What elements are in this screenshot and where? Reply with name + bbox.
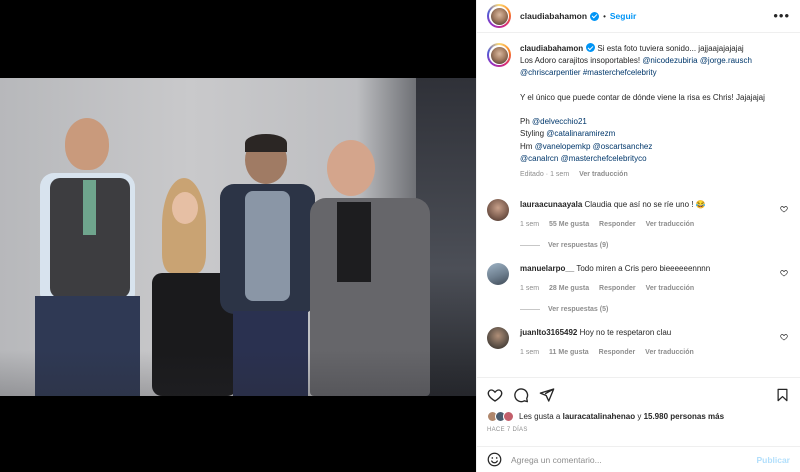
comment-item: lauraacunaayala Claudia que así no se rí…	[487, 199, 790, 231]
comment-likes[interactable]: 11 Me gusta	[549, 349, 589, 356]
caption-time[interactable]: 1 sem	[550, 171, 569, 178]
translate-link[interactable]: Ver traducción	[646, 285, 695, 292]
comment-item: juanlto3165492 Hoy no te respetaron clau…	[487, 327, 790, 359]
hashtag-link[interactable]: #masterchefcelebrity	[583, 68, 657, 77]
mention-link[interactable]: @nicodezubiria	[642, 56, 697, 65]
comment-input[interactable]	[511, 454, 757, 465]
more-options-icon[interactable]: •••	[773, 9, 790, 22]
mention-link[interactable]: @catalinaramirezm	[546, 129, 615, 138]
caption-text-1: Si esta foto tuviera sonido... jajjaajaj…	[597, 44, 744, 53]
comment-meta: 1 sem 11 Me gusta Responder Ver traducci…	[520, 347, 780, 359]
comment-username[interactable]: manuelarpo__	[520, 264, 574, 273]
separator-dot: •	[603, 11, 606, 21]
post-header: claudiabahamon • Seguir •••	[477, 0, 800, 33]
translate-link[interactable]: Ver traducción	[579, 171, 628, 178]
follow-button[interactable]: Seguir	[610, 11, 636, 21]
commenter-avatar[interactable]	[487, 199, 509, 222]
reply-button[interactable]: Responder	[599, 285, 636, 292]
author-username[interactable]: claudiabahamon	[520, 11, 587, 21]
mention-link[interactable]: @delvecchio21	[532, 117, 587, 126]
comment-text: Claudia que así no se ríe uno ! 😂	[584, 200, 706, 210]
post-photo[interactable]	[0, 78, 476, 396]
post-panel: claudiabahamon • Seguir ••• claudiabaham…	[476, 0, 800, 472]
comment-username[interactable]: lauraacunaayala	[520, 200, 582, 209]
comment-text: Hoy no te respetaron clau	[579, 328, 672, 338]
like-comment-icon[interactable]	[780, 205, 788, 213]
like-comment-icon[interactable]	[780, 333, 788, 341]
translate-link[interactable]: Ver traducción	[646, 221, 695, 228]
comment-text: Todo miren a Cris pero bieeeeeennnn	[576, 264, 711, 274]
mention-link[interactable]: @canalrcn	[520, 154, 558, 163]
mention-link[interactable]: @chriscarpentier	[520, 68, 581, 77]
mention-link[interactable]: @oscartsanchez	[593, 142, 653, 151]
mention-link[interactable]: @masterchefcelebrityco	[561, 154, 647, 163]
commenter-avatar[interactable]	[487, 327, 509, 350]
caption-username[interactable]: claudiabahamon	[520, 44, 583, 53]
liker-avatars[interactable]	[487, 411, 514, 422]
commenter-avatar[interactable]	[487, 263, 509, 286]
credit-label: Styling	[520, 129, 545, 139]
comment-icon[interactable]	[513, 387, 529, 403]
comment-username[interactable]: juanlto3165492	[520, 328, 577, 337]
add-comment-bar: Publicar	[477, 446, 800, 472]
post-time-ago[interactable]: HACE 7 DÍAS	[487, 427, 790, 433]
emoji-icon[interactable]	[487, 452, 502, 467]
post-media[interactable]	[0, 0, 476, 472]
likes-prefix: Les gusta a	[519, 412, 561, 421]
comment-time[interactable]: 1 sem	[520, 221, 539, 228]
view-replies-label[interactable]: Ver respuestas (5)	[548, 306, 608, 313]
comment-item: manuelarpo__ Todo miren a Cris pero biee…	[487, 263, 790, 295]
caption-meta: Editado · 1 sem Ver traducción	[520, 171, 628, 179]
caption-avatar[interactable]	[487, 43, 511, 67]
like-heart-icon[interactable]	[487, 387, 503, 403]
publish-button[interactable]: Publicar	[756, 455, 790, 465]
comment-likes[interactable]: 55 Me gusta	[549, 221, 589, 228]
credit-label: Ph	[520, 117, 530, 127]
liker-avatar	[503, 411, 514, 422]
comment-meta: 1 sem 55 Me gusta Responder Ver traducci…	[520, 219, 780, 231]
verified-badge-icon	[590, 11, 600, 21]
post-actions: Les gusta a lauracatalinahenao y 15.980 …	[477, 377, 800, 433]
edited-label: Editado	[520, 171, 544, 179]
caption: claudiabahamon Si esta foto tuviera soni…	[487, 43, 790, 181]
reply-button[interactable]: Responder	[599, 221, 636, 228]
view-replies-label[interactable]: Ver respuestas (9)	[548, 242, 608, 249]
view-replies-button[interactable]: Ver respuestas (9)	[520, 242, 790, 249]
verified-badge-icon	[586, 43, 596, 52]
credit-label: Hm	[520, 141, 533, 151]
mention-link[interactable]: @vanelopemkp	[535, 142, 591, 151]
liker-username[interactable]: lauracatalinahenao	[563, 412, 635, 421]
caption-text-2: Los Adoro carajitos insoportables!	[520, 56, 641, 66]
comment-time[interactable]: 1 sem	[520, 349, 539, 356]
post-modal: claudiabahamon • Seguir ••• claudiabaham…	[0, 0, 800, 472]
comments-scroll[interactable]: claudiabahamon Si esta foto tuviera soni…	[477, 33, 800, 377]
reply-button[interactable]: Responder	[599, 349, 636, 356]
comment-time[interactable]: 1 sem	[520, 285, 539, 292]
caption-text-3: Y el único que puede contar de dónde vie…	[520, 92, 765, 102]
share-send-icon[interactable]	[539, 387, 555, 403]
author-avatar[interactable]	[487, 4, 511, 28]
bookmark-icon[interactable]	[775, 387, 790, 403]
floor-shade	[0, 350, 476, 396]
translate-link[interactable]: Ver traducción	[645, 349, 694, 356]
likes-summary: Les gusta a lauracatalinahenao y 15.980 …	[487, 411, 790, 422]
like-comment-icon[interactable]	[780, 269, 788, 277]
comment-meta: 1 sem 28 Me gusta Responder Ver traducci…	[520, 283, 780, 295]
likes-conj: y	[637, 412, 642, 421]
view-replies-button[interactable]: Ver respuestas (5)	[520, 306, 790, 313]
likes-count[interactable]: 15.980 personas más	[644, 412, 725, 421]
mention-link[interactable]: @jorge.rausch	[700, 56, 752, 65]
comment-likes[interactable]: 28 Me gusta	[549, 285, 589, 292]
